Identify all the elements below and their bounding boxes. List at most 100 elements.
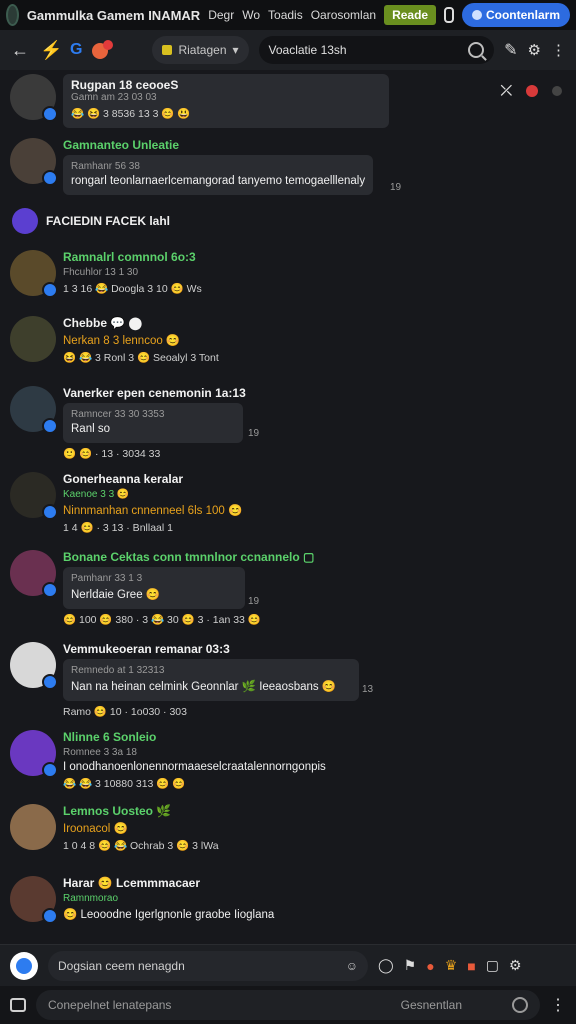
- message-date: Fhcuhlor 13 1 30: [63, 267, 139, 278]
- reaction-row[interactable]: 1 3 16 😂 Doogla 3 10 😊 Ws: [63, 282, 202, 295]
- chat-icon[interactable]: ◯: [378, 957, 394, 974]
- system-icon: [12, 208, 38, 234]
- message-timestamp: 19: [248, 596, 260, 607]
- channel-name: Riatagen: [178, 43, 227, 57]
- verified-icon: [42, 106, 58, 122]
- message-placeholder: Conepelnet lenatepans: [48, 998, 172, 1012]
- more-vertical-icon[interactable]: ⋮: [551, 41, 566, 59]
- avatar[interactable]: [10, 316, 56, 362]
- reaction-row[interactable]: 😂 😆 3 8536 13 3 😊 😃: [71, 107, 381, 120]
- more-vertical-icon[interactable]: ⋮: [550, 995, 566, 1015]
- user-name[interactable]: Gonerheanna keralar: [63, 472, 242, 486]
- message-timestamp: 19: [390, 182, 402, 193]
- record-icon[interactable]: [526, 84, 538, 97]
- message-text: Ranl so: [71, 423, 110, 435]
- avatar[interactable]: [10, 472, 58, 520]
- composer-label: Gesnentlan: [400, 998, 462, 1012]
- top-bar: Gammulka Gamem INAMAR Degr Wo Toadis Oar…: [0, 0, 576, 30]
- notification-icon[interactable]: [444, 7, 454, 23]
- avatar[interactable]: [10, 138, 58, 186]
- reaction-row[interactable]: Ramo 😊 10 · 1o030 · 303: [63, 705, 359, 718]
- app-avatar[interactable]: [6, 4, 19, 26]
- search-input[interactable]: Voaclatie 13sh: [258, 36, 495, 64]
- search-text: Voaclatie 13sh: [268, 43, 347, 57]
- message-date: Gamn am 23 03 03: [71, 92, 157, 103]
- lightning-icon[interactable]: ⚡: [40, 40, 62, 61]
- message-text: Iroonacol 😊: [63, 823, 128, 835]
- top-link-3[interactable]: Toadis: [268, 8, 303, 22]
- dot-icon[interactable]: [552, 85, 562, 96]
- user-name[interactable]: Chebbe 💬 ⬤: [63, 316, 219, 330]
- user-name[interactable]: Nlinne 6 Sonleio: [63, 730, 326, 744]
- emoji-icon[interactable]: ☺: [346, 959, 358, 973]
- avatar[interactable]: [10, 74, 58, 122]
- reply-input[interactable]: Dogsian ceem nenagdn ☺: [48, 950, 368, 981]
- avatar[interactable]: [10, 250, 58, 298]
- verified-icon: [42, 908, 58, 924]
- user-name[interactable]: Ramnalrl comnnol 6o:3: [63, 250, 202, 264]
- message-date: Ramnmorao: [63, 893, 119, 904]
- top-link-2[interactable]: Wo: [242, 8, 260, 22]
- message-bubble: Pamhanr 33 1 3 Nerldaie Gree 😊: [63, 567, 245, 609]
- avatar[interactable]: [10, 804, 56, 850]
- ready-button[interactable]: Reade: [384, 5, 437, 25]
- crown-icon[interactable]: ♛: [445, 957, 458, 974]
- user-name[interactable]: Vanerker epen cenemonin 1a:13: [63, 386, 246, 400]
- reply-placeholder: Dogsian ceem nenagdn: [58, 958, 185, 973]
- system-message-text: FACIEDIN FACEK lahl: [46, 214, 171, 228]
- system-message: FACIEDIN FACEK lahl: [12, 208, 170, 234]
- reaction-row[interactable]: 🙂 😊 · 13 · 3034 33: [63, 447, 246, 460]
- avatar[interactable]: [10, 876, 58, 924]
- verified-icon: [42, 282, 58, 298]
- my-avatar[interactable]: [10, 951, 38, 980]
- reaction-icon[interactable]: [92, 40, 114, 60]
- reaction-row[interactable]: 😊 100 😊 380 · 3 😂 30 😊 3 · 1an 33 😊: [63, 613, 314, 626]
- message-date: Ramhanr 56 38: [71, 161, 140, 172]
- verified-icon: [42, 504, 58, 520]
- message-bubble: Remnedo at 1 32313 Nan na heinan celmink…: [63, 659, 359, 701]
- user-name[interactable]: Rugpan 18 ceooeS: [71, 78, 381, 92]
- message-timestamp: 19: [248, 428, 260, 439]
- avatar[interactable]: [10, 730, 58, 778]
- back-arrow-icon[interactable]: ←: [10, 40, 30, 61]
- top-link-4[interactable]: Oarosomlan: [311, 8, 376, 22]
- channel-selector[interactable]: Riatagen ▾: [152, 36, 249, 64]
- message-text: Nan na heinan celmink Geonnlar 🌿 Ieeaosb…: [71, 681, 337, 693]
- message-input[interactable]: Conepelnet lenatepans Gesnentlan: [36, 990, 540, 1020]
- camera-icon[interactable]: [10, 998, 26, 1012]
- gift-icon[interactable]: ■: [467, 958, 475, 974]
- search-icon[interactable]: [468, 42, 485, 58]
- user-name[interactable]: Lemnos Uosteo 🌿: [63, 804, 219, 818]
- message-date: Pamhanr 33 1 3: [71, 573, 143, 584]
- chevron-down-icon: ▾: [232, 43, 239, 57]
- reaction-row[interactable]: 😆 😂 3 Ronl 3 😊 Seoalyl 3 Tont: [63, 351, 219, 364]
- avatar[interactable]: [10, 550, 58, 598]
- user-name[interactable]: Gamnanteo Unleatie: [63, 138, 373, 152]
- alert-icon[interactable]: ●: [426, 958, 434, 974]
- channel-icon: [162, 45, 173, 55]
- verified-icon: [42, 762, 58, 778]
- message-text: I onodhanoenlonennormaaeselcraatalennorn…: [63, 761, 326, 773]
- user-name[interactable]: Harar 😊 Lcemmmacaer: [63, 876, 274, 890]
- reaction-row[interactable]: 1 4 😊 · 3 13 · Bnllaal 1: [63, 521, 242, 534]
- top-link-1[interactable]: Degr: [208, 8, 234, 22]
- avatar[interactable]: [10, 642, 58, 690]
- message-text: Nerldaie Gree 😊: [71, 589, 161, 601]
- reaction-row[interactable]: 1 0 4 8 😊 😂 Ochrab 3 😊 3 lWa: [63, 839, 219, 852]
- message-bubble: Ramhanr 56 38 rongarl teonlarnaerlcemang…: [63, 155, 374, 195]
- avatar[interactable]: [10, 386, 58, 434]
- message-date: Ramncer 33 30 3353: [71, 409, 165, 420]
- settings-icon[interactable]: ⚙: [528, 41, 541, 59]
- user-name[interactable]: Vemmukeoeran remanar 03:3: [63, 642, 359, 656]
- send-icon[interactable]: [512, 997, 528, 1013]
- pencil-icon[interactable]: ✎: [504, 40, 517, 60]
- flag-icon[interactable]: ⚑: [404, 957, 417, 974]
- reaction-row[interactable]: 😂 😂 3 10880 313 😊 😊: [63, 777, 326, 790]
- gear-icon[interactable]: ⚙: [509, 957, 522, 974]
- close-icon[interactable]: ⤫: [501, 82, 512, 99]
- g-icon[interactable]: G: [70, 41, 82, 59]
- user-name[interactable]: Bonane Cektas conn tmnnlnor ccnannelo ▢: [63, 550, 314, 564]
- connect-button[interactable]: Coontenlarm: [461, 3, 570, 27]
- square-icon[interactable]: ▢: [486, 957, 499, 974]
- message-text: Nerkan 8 3 lenncoo 😊: [63, 335, 181, 347]
